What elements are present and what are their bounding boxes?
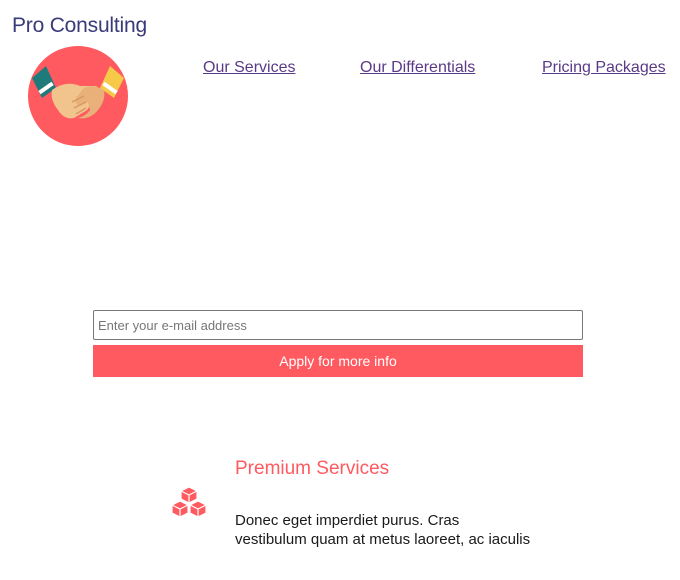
cubes-icon [171,486,207,518]
nav-link-our-differentials[interactable]: Our Differentials [360,59,475,77]
nav-link-our-services[interactable]: Our Services [203,59,295,77]
apply-button[interactable]: Apply for more info [93,345,583,377]
feature-description: Donec eget imperdiet purus. Cras vestibu… [235,512,531,548]
feature-title: Premium Services [235,458,390,479]
nav-link-pricing-packages[interactable]: Pricing Packages [542,59,666,77]
email-field[interactable] [93,310,583,340]
brand-title: Pro Consulting [12,14,147,37]
handshake-icon [28,46,128,146]
